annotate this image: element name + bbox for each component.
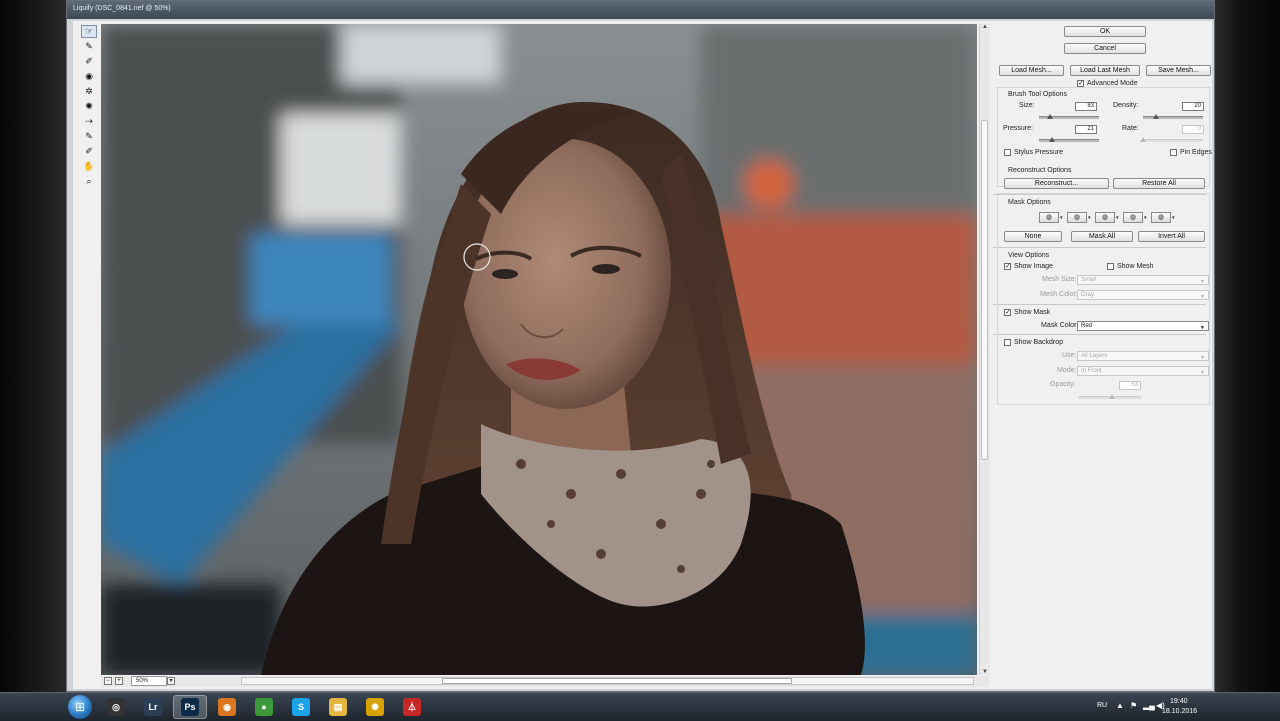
restore-all-button[interactable]: Restore All xyxy=(1113,178,1205,189)
density-slider[interactable] xyxy=(1143,114,1203,119)
density-label: Density: xyxy=(1113,102,1139,109)
chrome-app-button[interactable]: ● xyxy=(247,695,281,719)
scroll-up-icon[interactable]: ▲ xyxy=(980,24,990,30)
scroll-down-icon[interactable]: ▼ xyxy=(980,669,990,675)
thaw-mask-tool-icon[interactable]: ✐ xyxy=(81,145,97,158)
pin-edges-checkbox[interactable] xyxy=(1170,149,1177,156)
tools-column: ☞ ✎ ✐ ◉ ✲ ✺ ⇢ ✎ ✐ ✋ ⌕ xyxy=(77,23,99,190)
liquify-dialog: Liquify (DSC_0841.nef @ 50%) ☞ ✎ ✐ ◉ ✲ ✺ ⇢ ✎ ✐ ✋ ⌕ xyxy=(66,0,1215,692)
pucker-tool-icon[interactable]: ✲ xyxy=(81,85,97,98)
desktop-right-edge xyxy=(1215,0,1280,692)
pin-edges-label: Pin Edges xyxy=(1180,149,1212,156)
reconstruct-tool-icon[interactable]: ✎ xyxy=(81,40,97,53)
zoom-in-button[interactable]: + xyxy=(115,677,123,685)
network-icon[interactable]: ▂▄ xyxy=(1143,701,1155,710)
vertical-scrollbar[interactable]: ▲ ▼ xyxy=(979,24,990,675)
ok-button[interactable]: OK xyxy=(1064,26,1146,37)
smooth-tool-icon[interactable]: ✐ xyxy=(81,55,97,68)
pdf-app-button[interactable]: ⏃ xyxy=(395,695,429,719)
photoshop-app-icon: Ps xyxy=(181,698,199,716)
zoom-out-button[interactable]: − xyxy=(104,677,112,685)
eye-app-icon: ◉ xyxy=(218,698,236,716)
brush-tool-options-heading: Brush Tool Options xyxy=(1008,91,1068,98)
pressure-slider-knob[interactable] xyxy=(1049,137,1055,142)
desktop-left-edge xyxy=(0,0,66,692)
file-explorer-app-button[interactable]: ▤ xyxy=(321,695,355,719)
flag-icon[interactable]: ⚑ xyxy=(1130,701,1137,710)
push-left-tool-icon[interactable]: ⇢ xyxy=(81,115,97,128)
stylus-pressure-label: Stylus Pressure xyxy=(1014,149,1064,156)
image-preview-canvas[interactable] xyxy=(101,24,977,675)
freeze-mask-tool-icon[interactable]: ✎ xyxy=(81,130,97,143)
stylus-pressure-checkbox[interactable] xyxy=(1004,149,1011,156)
twirl-tool-icon[interactable]: ◉ xyxy=(81,70,97,83)
horizontal-scrollbar[interactable] xyxy=(241,677,974,685)
pressure-input[interactable]: 21 xyxy=(1075,125,1097,134)
reconstruct-button[interactable]: Reconstruct... xyxy=(1004,178,1109,189)
zoom-dropdown-icon[interactable]: ▾ xyxy=(167,677,175,685)
rate-input[interactable]: 0 xyxy=(1182,125,1204,134)
pdf-app-icon: ⏃ xyxy=(403,698,421,716)
rate-slider-knob[interactable] xyxy=(1140,137,1146,142)
rate-slider[interactable] xyxy=(1140,137,1203,142)
skype-app-icon: S xyxy=(292,698,310,716)
load-mesh-button[interactable]: Load Mesh... xyxy=(999,65,1064,76)
chrome-app-icon: ● xyxy=(255,698,273,716)
cancel-button[interactable]: Cancel xyxy=(1064,43,1146,54)
vertical-scroll-thumb[interactable] xyxy=(981,120,988,460)
horizontal-scroll-thumb[interactable] xyxy=(442,678,792,684)
lightroom-app-button[interactable]: Lr xyxy=(136,695,170,719)
save-mesh-button[interactable]: Save Mesh... xyxy=(1146,65,1211,76)
advanced-mode-checkbox[interactable]: ✓ xyxy=(1077,80,1084,87)
pressure-label: Pressure: xyxy=(1003,125,1033,132)
dialog-client: ☞ ✎ ✐ ◉ ✲ ✺ ⇢ ✎ ✐ ✋ ⌕ ▲ ▼ − + 50% ▾ OK C… xyxy=(73,21,1212,689)
windows-taskbar: ⊞ ◎ Lr Ps ◉ ● S ▤ ✺ ⏃ RU ▲ ⚑ ▂▄ ◀) 19:40 18.10.2… xyxy=(0,692,1280,721)
dialog-title: Liquify (DSC_0841.nef @ 50%) xyxy=(73,5,171,12)
eye-app-button[interactable]: ◉ xyxy=(210,695,244,719)
obs-app-button[interactable]: ◎ xyxy=(99,695,133,719)
obs-app-icon: ◎ xyxy=(107,698,125,716)
advanced-mode-label: Advanced Mode xyxy=(1087,80,1138,87)
size-slider[interactable] xyxy=(1039,114,1099,119)
zoom-tool-icon[interactable]: ⌕ xyxy=(81,175,97,188)
dialog-titlebar: Liquify (DSC_0841.nef @ 50%) xyxy=(67,1,1214,19)
photoshop-app-button[interactable]: Ps xyxy=(173,695,207,719)
hand-tool-icon[interactable]: ✋ xyxy=(81,160,97,173)
load-last-mesh-button[interactable]: Load Last Mesh xyxy=(1070,65,1140,76)
size-label: Size: xyxy=(1019,102,1035,109)
clock-time[interactable]: 19:40 xyxy=(1170,698,1188,705)
density-slider-knob[interactable] xyxy=(1153,114,1159,119)
file-explorer-app-icon: ▤ xyxy=(329,698,347,716)
zoom-level-field[interactable]: 50% xyxy=(131,676,167,686)
status-bar: − + 50% ▾ xyxy=(101,676,989,687)
start-button[interactable]: ⊞ xyxy=(68,695,92,719)
forward-warp-tool-icon[interactable]: ☞ xyxy=(81,25,97,38)
bloat-tool-icon[interactable]: ✺ xyxy=(81,100,97,113)
zoom-level-value: 50% xyxy=(136,678,149,684)
view-options-group xyxy=(997,193,1210,405)
language-indicator[interactable]: RU xyxy=(1097,702,1107,709)
lightbulb-app-icon: ✺ xyxy=(366,698,384,716)
size-input[interactable]: 83 xyxy=(1075,102,1097,111)
size-slider-knob[interactable] xyxy=(1047,114,1053,119)
reconstruct-options-heading: Reconstruct Options xyxy=(1008,167,1072,174)
skype-app-button[interactable]: S xyxy=(284,695,318,719)
density-input[interactable]: 20 xyxy=(1182,102,1204,111)
lightroom-app-icon: Lr xyxy=(144,698,162,716)
clock-date[interactable]: 18.10.2016 xyxy=(1162,708,1197,715)
show-hidden-icons-icon[interactable]: ▲ xyxy=(1116,701,1124,710)
options-panel: OK Cancel Load Mesh... Load Last Mesh Sa… xyxy=(993,21,1212,689)
pressure-slider[interactable] xyxy=(1039,137,1099,142)
photo-preview xyxy=(101,24,977,675)
rate-label: Rate: xyxy=(1122,125,1139,132)
lightbulb-app-button[interactable]: ✺ xyxy=(358,695,392,719)
